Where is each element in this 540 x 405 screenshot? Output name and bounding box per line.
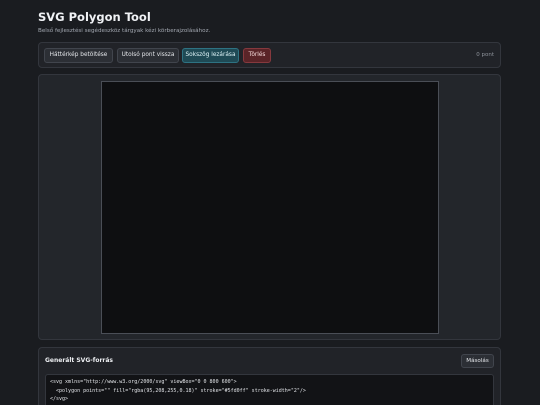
app-page: SVG Polygon Tool Belső fejlesztési segéd… bbox=[0, 0, 540, 405]
point-count: 0 pont bbox=[476, 52, 494, 58]
code-line: <polygon points="" fill="rgba(95,208,255… bbox=[50, 387, 306, 394]
undo-last-point-button[interactable]: Utolsó pont vissza bbox=[117, 48, 179, 63]
close-polygon-button[interactable]: Sokszög lezárása bbox=[182, 48, 239, 63]
svg-source-panel: Generált SVG-forrás Másolás <svg xmlns="… bbox=[38, 347, 501, 405]
load-background-button[interactable]: Háttérkép betöltése bbox=[44, 48, 113, 63]
code-line: <svg xmlns="http://www.w3.org/2000/svg" … bbox=[50, 379, 237, 385]
svg-source-code[interactable]: <svg xmlns="http://www.w3.org/2000/svg" … bbox=[45, 374, 494, 405]
page-subtitle: Belső fejlesztési segédeszköz tárgyak ké… bbox=[38, 28, 211, 34]
drawing-svg[interactable] bbox=[102, 82, 438, 333]
canvas-panel bbox=[38, 74, 501, 340]
toolbar: Háttérkép betöltése Utolsó pont vissza S… bbox=[38, 42, 501, 68]
page-title: SVG Polygon Tool bbox=[38, 10, 151, 24]
code-line: </svg> bbox=[50, 396, 69, 402]
drawing-canvas[interactable] bbox=[101, 81, 439, 334]
svg-source-title: Generált SVG-forrás bbox=[45, 357, 114, 364]
copy-button[interactable]: Másolás bbox=[461, 354, 494, 368]
delete-button[interactable]: Törlés bbox=[243, 48, 271, 63]
